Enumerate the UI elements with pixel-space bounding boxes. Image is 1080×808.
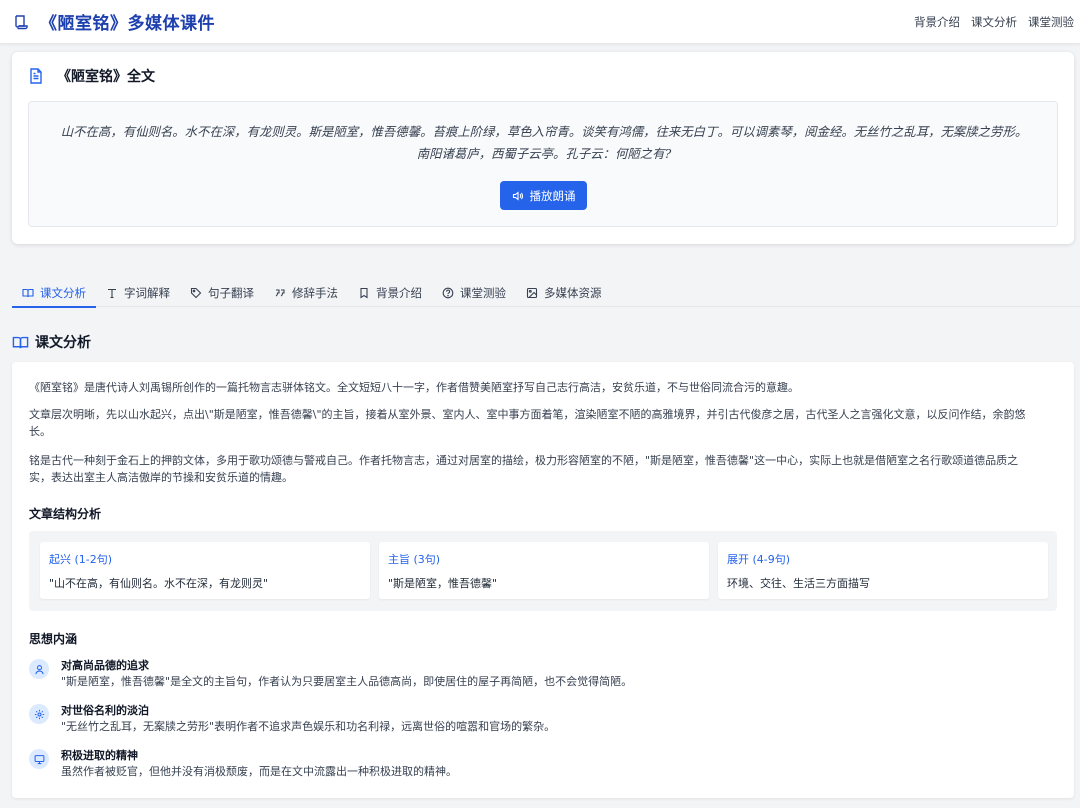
structure-box: 起兴 (1-2句) "山不在高，有仙则名。水不在深，有龙则灵" 主旨 (3句) … [29, 531, 1057, 611]
speaker-icon [512, 190, 524, 202]
structure-value: "山不在高，有仙则名。水不在深，有龙则灵" [49, 577, 269, 590]
idea-desc: "斯是陋室，惟吾德馨"是全文的主旨句，作者认为只要居室主人品德高尚，即使居住的屋… [61, 675, 633, 688]
paragraph-2-line-1: 文章层次明晰，先以山水起兴，点出\"斯是陋室，惟吾德馨\"的主旨，接着从室外景、… [29, 408, 1026, 421]
structure-label: 起兴 (1-2句) [49, 553, 113, 566]
tab-background[interactable]: 背景介绍 [348, 279, 432, 307]
tab-label: 课堂测验 [460, 286, 506, 300]
text-type-icon [106, 287, 118, 299]
idea-desc: 虽然作者被贬官，但他并没有消极颓废，而是在文中流露出一种积极进取的精神。 [61, 765, 457, 778]
gear-icon [29, 704, 49, 724]
scroll-icon [12, 13, 30, 31]
tab-label: 句子翻译 [208, 286, 254, 300]
paragraph-3-line-1: 铭是古代一种刻于金石上的押韵文体，多用于歌功颂德与警戒自己。作者托物言志，通过对… [29, 454, 1019, 467]
structure-card-theme: 主旨 (3句) "斯是陋室，惟吾德馨" [379, 542, 709, 599]
idea-item: 积极进取的精神 虽然作者被贬官，但他并没有消极颓废，而是在文中流露出一种积极进取… [29, 747, 1049, 787]
structure-heading: 文章结构分析 [29, 507, 102, 521]
section-title: 课文分析 [35, 335, 91, 351]
idea-item: 对世俗名利的淡泊 "无丝竹之乱耳，无案牍之劳形"表明作者不追求声色娱乐和功名利禄… [29, 702, 1049, 742]
structure-value: 环境、交往、生活三方面描写 [727, 577, 870, 590]
quote-icon [274, 287, 286, 299]
paragraph-2: 文章层次明晰，先以山水起兴，点出\"斯是陋室，惟吾德馨\"的主旨，接着从室外景、… [29, 406, 1057, 440]
book-open-icon [22, 287, 34, 299]
fulltext-card: 《陋室铭》全文 山不在高，有仙则名。水不在深，有龙则灵。斯是陋室，惟吾德馨。苔痕… [12, 52, 1074, 244]
user-icon [29, 659, 49, 679]
top-header: 《陋室铭》多媒体课件 背景介绍 课文分析 课堂测验 [0, 0, 1080, 44]
nav-analysis[interactable]: 课文分析 [971, 14, 1017, 30]
nav-background[interactable]: 背景介绍 [914, 14, 960, 30]
document-icon [29, 68, 45, 84]
tab-multimedia[interactable]: 多媒体资源 [516, 279, 612, 307]
play-label: 播放朗诵 [529, 188, 576, 203]
tab-label: 字词解释 [124, 286, 170, 300]
question-circle-icon [442, 287, 454, 299]
idea-item: 对高尚品德的追求 "斯是陋室，惟吾德馨"是全文的主旨句，作者认为只要居室主人品德… [29, 657, 1049, 697]
poem-box: 山不在高，有仙则名。水不在深，有龙则灵。斯是陋室，惟吾德馨。苔痕上阶绿，草色入帘… [28, 101, 1058, 227]
tab-quiz[interactable]: 课堂测验 [432, 279, 516, 307]
paragraph-3-line-2: 实，表达出室主人高洁傲岸的节操和安贫乐道的情趣。 [29, 471, 293, 484]
section-heading: 课文分析 [12, 332, 91, 352]
play-recitation-button[interactable]: 播放朗诵 [500, 181, 587, 210]
bookmark-icon [358, 287, 370, 299]
top-nav: 背景介绍 课文分析 课堂测验 [903, 0, 1074, 44]
monitor-icon [29, 749, 49, 769]
ideas-heading: 思想内涵 [29, 632, 78, 646]
structure-label: 展开 (4-9句) [727, 553, 791, 566]
tab-label: 课文分析 [40, 286, 86, 300]
idea-title: 对高尚品德的追求 [61, 659, 149, 672]
tab-label: 修辞手法 [292, 286, 338, 300]
brand[interactable]: 《陋室铭》多媒体课件 [12, 9, 215, 34]
poem-text: 山不在高，有仙则名。水不在深，有龙则灵。斯是陋室，惟吾德馨。苔痕上阶绿，草色入帘… [43, 121, 1045, 165]
poem-line-2: 南阳诸葛庐，西蜀子云亭。孔子云：何陋之有? [416, 146, 672, 161]
fulltext-heading: 《陋室铭》全文 [29, 66, 155, 86]
app-title: 《陋室铭》多媒体课件 [40, 14, 215, 34]
nav-quiz[interactable]: 课堂测验 [1028, 14, 1074, 30]
tab-bar: 课文分析 字词解释 句子翻译 修辞手法 背景介绍 课堂测验 多媒体资源 [12, 279, 1080, 308]
structure-label: 主旨 (3句) [388, 553, 441, 566]
image-icon [526, 287, 538, 299]
structure-card-expand: 展开 (4-9句) 环境、交往、生活三方面描写 [718, 542, 1048, 599]
tab-label: 多媒体资源 [544, 286, 602, 300]
tab-rhetoric[interactable]: 修辞手法 [264, 279, 348, 307]
paragraph-3: 铭是古代一种刻于金石上的押韵文体，多用于歌功颂德与警戒自己。作者托物言志，通过对… [29, 452, 1057, 486]
tab-vocabulary[interactable]: 字词解释 [96, 279, 180, 307]
idea-title: 对世俗名利的淡泊 [61, 704, 149, 717]
idea-desc: "无丝竹之乱耳，无案牍之劳形"表明作者不追求声色娱乐和功名利禄，远离世俗的喧嚣和… [61, 720, 556, 733]
tag-icon [190, 287, 202, 299]
book-open-icon [12, 334, 29, 351]
structure-value: "斯是陋室，惟吾德馨" [388, 577, 498, 590]
poem-line-1: 山不在高，有仙则名。水不在深，有龙则灵。斯是陋室，惟吾德馨。苔痕上阶绿，草色入帘… [60, 124, 1028, 139]
tab-label: 背景介绍 [376, 286, 422, 300]
fulltext-title: 《陋室铭》全文 [57, 69, 155, 85]
paragraph-1: 《陋室铭》是唐代诗人刘禹锡所创作的一篇托物言志骈体铭文。全文短短八十一字，作者借… [29, 381, 799, 394]
tab-translation[interactable]: 句子翻译 [180, 279, 264, 307]
tab-analysis[interactable]: 课文分析 [12, 279, 96, 308]
idea-title: 积极进取的精神 [61, 749, 138, 762]
structure-card-intro: 起兴 (1-2句) "山不在高，有仙则名。水不在深，有龙则灵" [40, 542, 370, 599]
paragraph-2-line-2: 长。 [29, 425, 51, 438]
analysis-card: 《陋室铭》是唐代诗人刘禹锡所创作的一篇托物言志骈体铭文。全文短短八十一字，作者借… [12, 362, 1074, 798]
